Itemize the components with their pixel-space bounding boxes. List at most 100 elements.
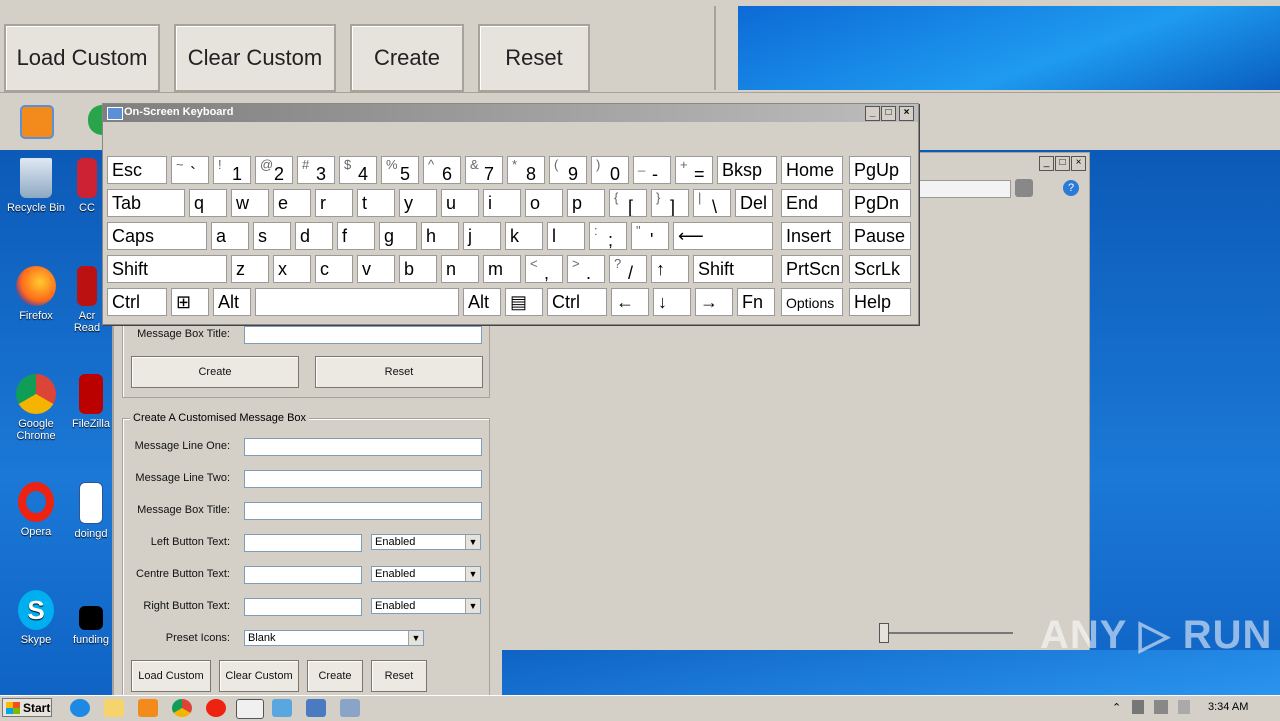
key-[interactable]: ▤ xyxy=(505,288,543,316)
key-shift[interactable]: Shift xyxy=(107,255,227,283)
desktop-icon-recycle-bin[interactable]: Recycle Bin xyxy=(0,158,72,214)
key-[interactable]: → xyxy=(695,288,733,316)
key-pgdn[interactable]: PgDn xyxy=(849,189,911,217)
key-pgup[interactable]: PgUp xyxy=(849,156,911,184)
key-\[interactable]: | \ xyxy=(693,189,731,217)
key-s[interactable]: s xyxy=(253,222,291,250)
key-m[interactable]: m xyxy=(483,255,521,283)
reset-button[interactable]: Reset xyxy=(478,24,590,92)
key-home[interactable]: Home xyxy=(781,156,843,184)
load-custom-button[interactable]: Load Custom xyxy=(4,24,160,92)
key-z[interactable]: z xyxy=(231,255,269,283)
key-e[interactable]: e xyxy=(273,189,311,217)
load-custom-button[interactable]: Load Custom xyxy=(131,660,211,692)
key-end[interactable]: End xyxy=(781,189,843,217)
message-box-title-field[interactable] xyxy=(244,326,482,344)
key--[interactable]: _ - xyxy=(633,156,671,184)
key-`[interactable]: ~ ` xyxy=(171,156,209,184)
key-d[interactable]: d xyxy=(295,222,333,250)
key-p[interactable]: p xyxy=(567,189,605,217)
create-custom-button[interactable]: Create xyxy=(307,660,363,692)
create-button[interactable]: Create xyxy=(350,24,464,92)
search-input[interactable] xyxy=(919,180,1011,198)
key-insert[interactable]: Insert xyxy=(781,222,843,250)
preset-icons-select[interactable]: Blank ▼ xyxy=(244,630,424,646)
desktop-icon-filezilla[interactable]: FileZilla xyxy=(72,374,110,430)
chevron-down-icon[interactable]: ▼ xyxy=(465,599,480,613)
key-][interactable]: }] xyxy=(651,189,689,217)
key-,[interactable]: <, xyxy=(525,255,563,283)
key-pause[interactable]: Pause xyxy=(849,222,911,250)
key-v[interactable]: v xyxy=(357,255,395,283)
desktop-icon-skype[interactable]: S Skype xyxy=(0,590,72,646)
media-player-icon[interactable] xyxy=(20,105,54,139)
key-b[interactable]: b xyxy=(399,255,437,283)
key-y[interactable]: y xyxy=(399,189,437,217)
maximize-button[interactable]: □ xyxy=(1055,156,1070,171)
key-alt[interactable]: Alt xyxy=(213,288,251,316)
media-player-icon[interactable] xyxy=(138,699,158,717)
clock[interactable]: 3:34 AM xyxy=(1208,701,1248,713)
box-title-field[interactable] xyxy=(244,502,482,520)
send-icon[interactable] xyxy=(272,699,292,717)
clear-custom-button[interactable]: Clear Custom xyxy=(174,24,336,92)
key-space[interactable] xyxy=(255,288,459,316)
key-/[interactable]: ? / xyxy=(609,255,647,283)
key-c[interactable]: c xyxy=(315,255,353,283)
search-icon[interactable] xyxy=(1015,179,1033,197)
key-del[interactable]: Del xyxy=(735,189,773,217)
desktop-icon-funding[interactable]: funding xyxy=(72,590,110,646)
show-hidden-icons-icon[interactable]: ⌃ xyxy=(1112,701,1121,714)
key-k[interactable]: k xyxy=(505,222,543,250)
key-alt[interactable]: Alt xyxy=(463,288,501,316)
line-one-field[interactable] xyxy=(244,438,482,456)
key-l[interactable]: l xyxy=(547,222,585,250)
key-2[interactable]: @2 xyxy=(255,156,293,184)
chevron-down-icon[interactable]: ▼ xyxy=(465,567,480,581)
key-[interactable]: ↑ xyxy=(651,255,689,283)
reset-button[interactable]: Reset xyxy=(315,356,483,388)
create-button[interactable]: Create xyxy=(131,356,299,388)
right-button-state-select[interactable]: Enabled ▼ xyxy=(371,598,481,614)
zoom-slider-track[interactable] xyxy=(885,632,1013,634)
reset-custom-button[interactable]: Reset xyxy=(371,660,427,692)
desktop-icon-firefox[interactable]: Firefox xyxy=(0,266,72,322)
key-j[interactable]: j xyxy=(463,222,501,250)
opera-icon[interactable] xyxy=(206,699,226,717)
desktop-icon-cc[interactable]: CC xyxy=(72,158,102,214)
chevron-down-icon[interactable]: ▼ xyxy=(465,535,480,549)
key-fn[interactable]: Fn xyxy=(737,288,775,316)
window-app-icon[interactable] xyxy=(236,699,264,719)
line-two-field[interactable] xyxy=(244,470,482,488)
desktop-icon-doc[interactable]: doingd xyxy=(72,482,110,540)
key-ctrl[interactable]: Ctrl xyxy=(547,288,607,316)
internet-explorer-icon[interactable] xyxy=(70,699,90,717)
help-icon[interactable]: ? xyxy=(1063,180,1079,196)
key-a[interactable]: a xyxy=(211,222,249,250)
start-button[interactable]: Start xyxy=(2,698,52,717)
key-[[interactable]: {[ xyxy=(609,189,647,217)
key-9[interactable]: (9 xyxy=(549,156,587,184)
folder-icon[interactable] xyxy=(104,699,124,717)
key-scrlk[interactable]: ScrLk xyxy=(849,255,911,283)
left-button-field[interactable] xyxy=(244,534,362,552)
key-1[interactable]: ! 1 xyxy=(213,156,251,184)
clear-custom-button[interactable]: Clear Custom xyxy=(219,660,299,692)
key-i[interactable]: i xyxy=(483,189,521,217)
centre-button-state-select[interactable]: Enabled ▼ xyxy=(371,566,481,582)
right-button-field[interactable] xyxy=(244,598,362,616)
key-n[interactable]: n xyxy=(441,255,479,283)
key-;[interactable]: :; xyxy=(589,222,627,250)
key-'[interactable]: " ' xyxy=(631,222,669,250)
key-8[interactable]: * 8 xyxy=(507,156,545,184)
centre-button-field[interactable] xyxy=(244,566,362,584)
key-5[interactable]: % 5 xyxy=(381,156,419,184)
network-icon[interactable] xyxy=(1154,700,1168,714)
key-3[interactable]: #3 xyxy=(297,156,335,184)
key-x[interactable]: x xyxy=(273,255,311,283)
flag-icon[interactable] xyxy=(1178,700,1190,714)
key-ctrl[interactable]: Ctrl xyxy=(107,288,167,316)
key-f[interactable]: f xyxy=(337,222,375,250)
key-u[interactable]: u xyxy=(441,189,479,217)
close-button[interactable]: × xyxy=(899,106,914,121)
